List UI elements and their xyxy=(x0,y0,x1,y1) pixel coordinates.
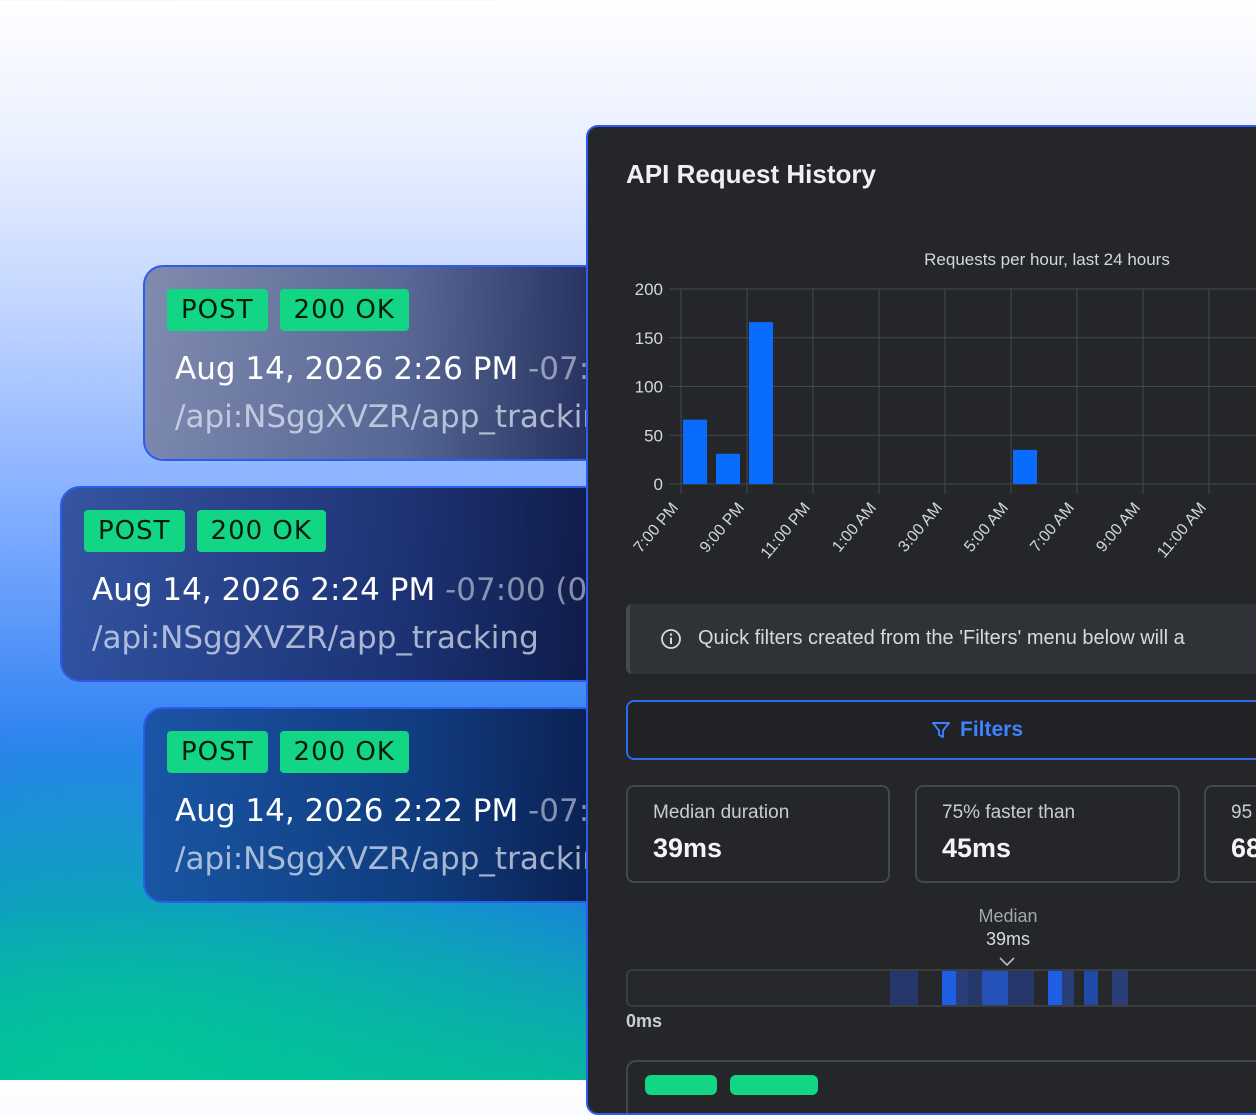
request-path: /api:NSggXVZR/app_tracking xyxy=(175,399,622,435)
api-request-history-panel: API Request History Requests per hour, l… xyxy=(586,125,1256,1115)
median-marker-label: Median 39ms xyxy=(943,905,1073,951)
method-badge: POST xyxy=(84,510,185,552)
histogram-bin xyxy=(942,971,956,1005)
method-badge: POST xyxy=(167,731,268,773)
histogram-bin xyxy=(1112,971,1128,1005)
stat-card-p75: 75% faster than 45ms xyxy=(915,785,1180,883)
request-path: /api:NSggXVZR/app_tracking xyxy=(92,620,539,656)
chevron-down-icon xyxy=(999,957,1015,967)
status-badge: 200 OK xyxy=(196,510,326,552)
duration-histogram xyxy=(626,969,1256,1007)
median-label-text: Median xyxy=(978,906,1038,926)
x-tick-label: 5:00 AM xyxy=(961,500,1012,556)
histogram-bin xyxy=(1048,971,1062,1005)
y-tick-label: 50 xyxy=(644,426,663,445)
status-badge xyxy=(730,1075,818,1095)
request-date: Aug 14, 2026 2:24 PM xyxy=(92,572,436,608)
info-icon xyxy=(661,629,681,649)
status-badge: 200 OK xyxy=(279,731,409,773)
request-timezone: -07:00 (0. xyxy=(435,572,598,608)
stat-label: 75% faster than xyxy=(942,802,1076,823)
y-tick-label: 200 xyxy=(635,280,663,299)
request-card[interactable]: POST 200 OK Aug 14, 2026 2:22 PM -07:00 … xyxy=(143,707,663,903)
chart-bar xyxy=(716,453,740,484)
histogram-bin xyxy=(1084,971,1098,1005)
filter-icon xyxy=(932,722,950,738)
info-banner: Quick filters created from the 'Filters'… xyxy=(626,604,1256,674)
request-date: Aug 14, 2026 2:22 PM xyxy=(175,793,519,829)
x-tick-label: 11:00 AM xyxy=(1154,500,1210,562)
request-date: Aug 14, 2026 2:26 PM xyxy=(175,351,519,387)
x-tick-label: 1:00 AM xyxy=(829,500,880,556)
info-text: Quick filters created from the 'Filters'… xyxy=(698,627,1185,649)
stat-label: Median duration xyxy=(653,802,790,823)
stat-card-p95: 95 68 xyxy=(1204,785,1256,883)
y-tick-label: 100 xyxy=(635,378,663,397)
method-badge xyxy=(645,1075,717,1095)
chart-bar xyxy=(683,419,707,484)
request-path: /api:NSggXVZR/app_tracking xyxy=(175,841,622,877)
median-value: 39ms xyxy=(985,929,1030,949)
status-badge: 200 OK xyxy=(279,289,409,331)
chart-bar xyxy=(1013,449,1037,484)
histogram-bin xyxy=(968,971,982,1005)
chart-bar xyxy=(749,322,773,484)
stat-label: 95 xyxy=(1231,802,1253,823)
x-tick-label: 11:00 PM xyxy=(758,500,814,562)
histogram-bin xyxy=(1008,971,1034,1005)
x-tick-label: 3:00 AM xyxy=(895,500,946,556)
y-tick-label: 0 xyxy=(654,475,663,494)
request-card[interactable]: POST 200 OK Aug 14, 2026 2:26 PM -07:00 … xyxy=(143,265,663,461)
y-tick-label: 150 xyxy=(635,329,663,348)
filters-button[interactable]: Filters xyxy=(626,700,1256,760)
request-timestamp: Aug 14, 2026 2:26 PM -07:00 xyxy=(175,351,629,387)
stat-value: 45ms xyxy=(942,833,1012,863)
request-list-item[interactable] xyxy=(626,1060,1256,1113)
x-tick-label: 7:00 AM xyxy=(1027,500,1078,556)
panel-title: API Request History xyxy=(626,159,876,189)
x-tick-label: 9:00 PM xyxy=(697,500,748,557)
x-tick-label: 9:00 AM xyxy=(1093,500,1144,556)
request-timestamp: Aug 14, 2026 2:22 PM -07:00 xyxy=(175,793,629,829)
histogram-start-label: 0ms xyxy=(626,1011,663,1031)
method-badge: POST xyxy=(167,289,268,331)
requests-per-hour-chart: Requests per hour, last 24 hours 0 50 100 1… xyxy=(631,250,1256,562)
stat-value: 68 xyxy=(1231,833,1256,863)
histogram-bin xyxy=(982,971,1008,1005)
stat-card-median: Median duration 39ms xyxy=(626,785,890,883)
request-timestamp: Aug 14, 2026 2:24 PM -07:00 (0. xyxy=(92,572,597,608)
stat-value: 39ms xyxy=(653,833,723,863)
histogram-bin xyxy=(956,971,968,1005)
histogram-bin xyxy=(890,971,918,1005)
filters-label: Filters xyxy=(960,718,1024,741)
histogram-bin xyxy=(1062,971,1074,1005)
chart-title: Requests per hour, last 24 hours xyxy=(924,250,1170,269)
x-tick-label: 7:00 PM xyxy=(631,500,682,557)
